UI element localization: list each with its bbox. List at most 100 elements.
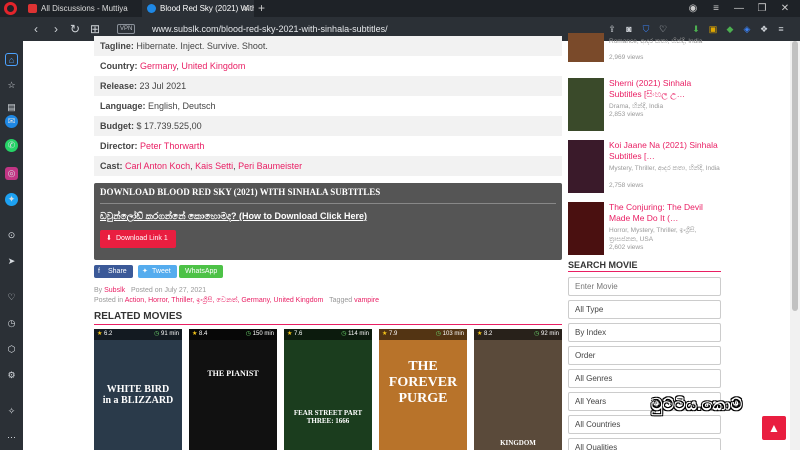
download-icon[interactable]: ⬇ [690, 23, 702, 35]
download-icon: ⬇ [106, 235, 112, 242]
news-icon[interactable]: ▤ [5, 101, 18, 114]
favicon-icon [147, 4, 156, 13]
cast-link[interactable]: Carl Anton Koch [125, 161, 190, 171]
twitter-share-button[interactable]: ✦ Tweet [138, 265, 177, 278]
scrollbar-thumb[interactable] [792, 41, 798, 311]
tab-title: Blood Red Sky (2021) With [160, 4, 254, 13]
heart-icon[interactable]: ♡ [657, 23, 669, 35]
whatsapp-icon[interactable]: ✆ [5, 139, 18, 152]
whatsapp-share-button[interactable]: WhatsApp [179, 265, 224, 278]
movie-genres: Horror, Mystery, Thriller, ඉංග්‍රීසි, ත්… [609, 227, 697, 243]
divider [568, 271, 721, 272]
site-watermark: මුට්ටිය.කොම් [651, 397, 743, 414]
messenger-icon[interactable]: ✉ [5, 115, 18, 128]
settings-icon[interactable]: ⚙ [5, 369, 18, 382]
new-tab-button[interactable]: + [258, 0, 265, 16]
sidebar-movie-item[interactable]: Koi Jaane Na (2021) Sinhala Subtitles […… [568, 140, 721, 210]
facebook-icon: f [98, 268, 100, 275]
sidebar-movie-item[interactable]: Sherni (2021) Sinhala Subtitles [සිංහල උ… [568, 78, 721, 148]
send-icon[interactable]: ➤ [5, 255, 18, 268]
more-icon[interactable]: ⋯ [5, 431, 18, 444]
minimize-button[interactable]: — [728, 0, 750, 17]
extra-menu-icon[interactable]: ≡ [705, 0, 727, 17]
related-movie-poster[interactable]: ★ 7.9 ◷ 103 min THE FOREVER PURGE [379, 329, 467, 450]
movie-title-link[interactable]: Koi Jaane Na (2021) Sinhala Subtitles [… [609, 140, 721, 162]
home-icon[interactable]: ⌂ [5, 53, 18, 66]
extension-icon[interactable]: ◈ [741, 23, 753, 35]
facebook-share-button[interactable]: f Share [94, 265, 133, 278]
star-icon[interactable]: ☆ [5, 79, 18, 92]
category-links[interactable]: Action, Horror, Thriller, ඉංග්‍රීසි, වෙන… [125, 297, 324, 304]
clock-icon: ◷ [534, 331, 541, 337]
related-movie-poster[interactable]: ★ 7.6 ◷ 114 min FEAR STREET PART THREE: 16… [284, 329, 372, 450]
close-window-button[interactable]: ✕ [774, 0, 796, 17]
tab-all-discussions[interactable]: All Discussions - Muttiya [23, 0, 141, 17]
index-select[interactable]: By Index [568, 323, 721, 342]
star-icon: ★ [192, 331, 200, 337]
cast-link[interactable]: Peri Baumeister [238, 161, 302, 171]
type-select[interactable]: All Type [568, 300, 721, 319]
country-link[interactable]: Germany [140, 61, 176, 71]
related-movie-poster[interactable]: ★ 6.2 ◷ 91 min WHITE BIRD in a BLIZZARD [94, 329, 182, 450]
poster-info-bar: ★ 8.2 ◷ 92 min [474, 329, 562, 340]
movie-thumbnail[interactable] [568, 33, 604, 62]
star-icon: ★ [97, 331, 105, 337]
tag-link[interactable]: vampire [354, 297, 379, 304]
order-select[interactable]: Order [568, 346, 721, 365]
director-link[interactable]: Peter Thorwarth [140, 141, 204, 151]
cast-link[interactable]: Kais Setti [195, 161, 233, 171]
download-link-button[interactable]: ⬇ Download Link 1 [100, 230, 176, 248]
tab-blood-red-sky[interactable]: Blood Red Sky (2021) With ✕ [142, 0, 254, 17]
related-movie-poster[interactable]: ★ 8.4 ◷ 150 min THE PIANIST [189, 329, 277, 450]
adblock-icon[interactable]: ⛉ [640, 23, 652, 35]
reload-icon[interactable]: ↻ [66, 20, 84, 38]
poster-info-bar: ★ 6.2 ◷ 91 min [94, 329, 182, 340]
page-scrollbar[interactable] [790, 41, 800, 450]
author-link[interactable]: Subslk [104, 287, 125, 294]
camera-icon[interactable]: ◙ [623, 23, 635, 35]
movie-thumbnail[interactable] [568, 140, 604, 193]
bulb-icon[interactable]: ✧ [5, 405, 18, 418]
tab-close-icon[interactable]: ✕ [242, 0, 250, 17]
movie-duration: ◷ 114 min [341, 331, 369, 337]
movie-title-link[interactable]: Sherni (2021) Sinhala Subtitles [සිංහල උ… [609, 78, 721, 100]
easy-setup-icon[interactable]: ≡ [775, 23, 787, 35]
extensions-icon[interactable]: ❖ [758, 23, 770, 35]
forward-button[interactable]: › [47, 20, 65, 38]
post-categories: Posted in Action, Horror, Thriller, ඉංග්… [94, 297, 379, 304]
movie-thumbnail[interactable] [568, 78, 604, 131]
back-button[interactable]: ‹ [27, 20, 45, 38]
clock-icon: ◷ [435, 331, 443, 337]
extension-icon[interactable]: ◆ [724, 23, 736, 35]
maximize-button[interactable]: ❐ [751, 0, 773, 17]
scroll-to-top-button[interactable]: ▲ [762, 416, 786, 440]
detail-cast: Cast: Carl Anton Koch, Kais Setti, Peri … [94, 156, 562, 176]
qualities-select[interactable]: All Qualities [568, 438, 721, 450]
download-title: DOWNLOAD BLOOD RED SKY (2021) WITH SINHA… [100, 187, 381, 197]
vpn-badge[interactable]: VPN [117, 24, 136, 34]
share-icon[interactable]: ⇪ [606, 23, 618, 35]
post-date: Posted on July 27, 2021 [130, 287, 207, 294]
heart-icon[interactable]: ♡ [5, 291, 18, 304]
star-icon: ★ [477, 331, 485, 337]
movie-title-link[interactable]: The Conjuring: The Devil Made Me Do It (… [609, 202, 721, 224]
genres-select[interactable]: All Genres [568, 369, 721, 388]
poster-title: THE FOREVER PURGE [388, 359, 458, 406]
extension-icon[interactable]: ▣ [707, 23, 719, 35]
twitter-icon[interactable]: ✦ [5, 193, 18, 206]
countries-select[interactable]: All Countries [568, 415, 721, 434]
country-link[interactable]: United Kingdom [181, 61, 245, 71]
related-movie-poster[interactable]: ★ 8.2 ◷ 92 min KINGDOM [474, 329, 562, 450]
how-to-download-link[interactable]: ඩවුන්ලෝඩ් කරගන්නේ කොහොමද? (How to Downlo… [100, 211, 367, 222]
movie-thumbnail[interactable] [568, 202, 604, 255]
search-input[interactable]: Enter Movie [568, 277, 721, 296]
url-field[interactable]: www.subslk.com/blood-red-sky-2021-with-s… [152, 22, 388, 36]
poster-info-bar: ★ 7.6 ◷ 114 min [284, 329, 372, 340]
cube-icon[interactable]: ⬡ [5, 343, 18, 356]
instagram-icon[interactable]: ◎ [5, 167, 18, 180]
movie-views: 2,758 views [609, 182, 644, 189]
opera-menu-icon[interactable]: ◉ [682, 0, 704, 17]
history-icon[interactable]: ◷ [5, 317, 18, 330]
player-icon[interactable]: ⊙ [5, 229, 18, 242]
opera-logo-icon[interactable] [4, 2, 17, 15]
